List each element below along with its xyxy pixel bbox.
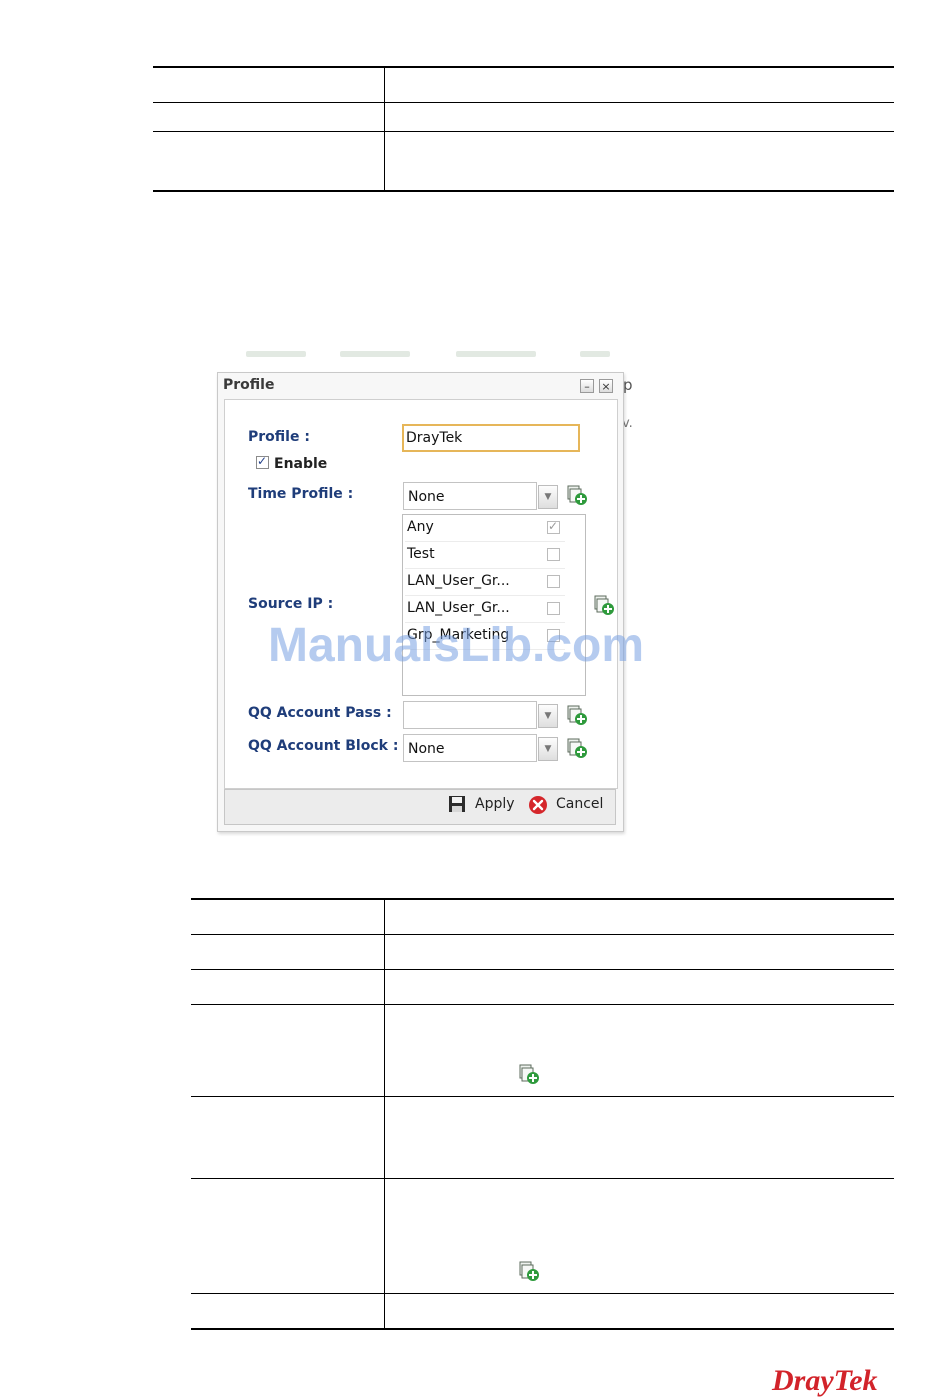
bottom-table-row-divider: [191, 1178, 894, 1179]
add-profile-icon[interactable]: [593, 594, 615, 616]
floppy-disk-icon: [449, 796, 465, 812]
chevron-down-icon[interactable]: ▼: [538, 485, 558, 509]
top-table-row-divider: [153, 131, 894, 132]
minimize-button[interactable]: –: [580, 379, 594, 393]
qq-account-block-label: QQ Account Block :: [248, 738, 399, 754]
qq-account-block-select[interactable]: None ▼: [403, 734, 558, 762]
qq-account-pass-select[interactable]: ▼: [403, 701, 558, 729]
enable-label: Enable: [274, 456, 328, 472]
time-profile-select[interactable]: None ▼: [403, 482, 558, 510]
bottom-table-row-divider: [191, 969, 894, 970]
chevron-down-icon[interactable]: ▼: [538, 704, 558, 728]
list-item[interactable]: LAN_User_Gr...: [405, 569, 565, 596]
time-profile-value: None: [408, 489, 445, 505]
apply-label: Apply: [475, 796, 515, 812]
apply-button[interactable]: Apply: [448, 794, 520, 816]
bottom-table-bottom-border: [191, 1328, 894, 1330]
bottom-table-top-border: [191, 898, 894, 900]
time-profile-label: Time Profile :: [248, 486, 354, 502]
watermark: ManualsLib.com: [268, 619, 645, 672]
qq-account-block-value: None: [408, 741, 445, 757]
chevron-down-icon[interactable]: ▼: [538, 737, 558, 761]
list-item[interactable]: Any: [405, 515, 565, 542]
minimize-icon: –: [584, 380, 590, 393]
top-table-top-border: [153, 66, 894, 68]
profile-label: Profile :: [248, 429, 310, 445]
close-button[interactable]: ×: [599, 379, 613, 393]
red-x-circle-icon: [529, 796, 547, 814]
add-profile-icon[interactable]: [566, 704, 588, 726]
bottom-table-row-divider: [191, 1096, 894, 1097]
close-icon: ×: [601, 380, 611, 393]
dialog-title: Profile: [223, 377, 275, 393]
add-profile-icon[interactable]: [566, 737, 588, 759]
source-ip-label: Source IP :: [248, 596, 334, 612]
bottom-table-row-divider: [191, 1004, 894, 1005]
bottom-table-row-divider: [191, 934, 894, 935]
background-toolbar-strip: [240, 348, 630, 360]
list-item-label: Any: [407, 519, 434, 535]
cancel-label: Cancel: [556, 796, 604, 812]
draytek-logo: DrayTek: [772, 1364, 878, 1397]
list-item-label: LAN_User_Gr...: [407, 573, 510, 589]
bottom-table-row-divider: [191, 1293, 894, 1294]
list-item-checkbox[interactable]: [547, 575, 560, 588]
profile-name-input[interactable]: [402, 424, 580, 452]
top-table-column-divider: [384, 66, 385, 191]
top-table-bottom-border: [153, 190, 894, 192]
enable-checkbox[interactable]: [256, 454, 269, 469]
list-item-label: LAN_User_Gr...: [407, 600, 510, 616]
qq-account-pass-label: QQ Account Pass :: [248, 705, 392, 721]
add-profile-icon: [519, 1261, 539, 1281]
list-item[interactable]: Test: [405, 542, 565, 569]
list-item-checkbox[interactable]: [547, 602, 560, 615]
add-profile-icon: [519, 1064, 539, 1084]
bottom-table-column-divider: [384, 898, 385, 1330]
add-profile-icon[interactable]: [566, 484, 588, 506]
list-item-checkbox[interactable]: [547, 548, 560, 561]
top-table-row-divider: [153, 102, 894, 103]
list-item-label: Test: [407, 546, 435, 562]
background-partial-text: p: [623, 376, 633, 394]
list-item-checkbox[interactable]: [547, 519, 560, 534]
cancel-button[interactable]: Cancel: [528, 794, 612, 816]
